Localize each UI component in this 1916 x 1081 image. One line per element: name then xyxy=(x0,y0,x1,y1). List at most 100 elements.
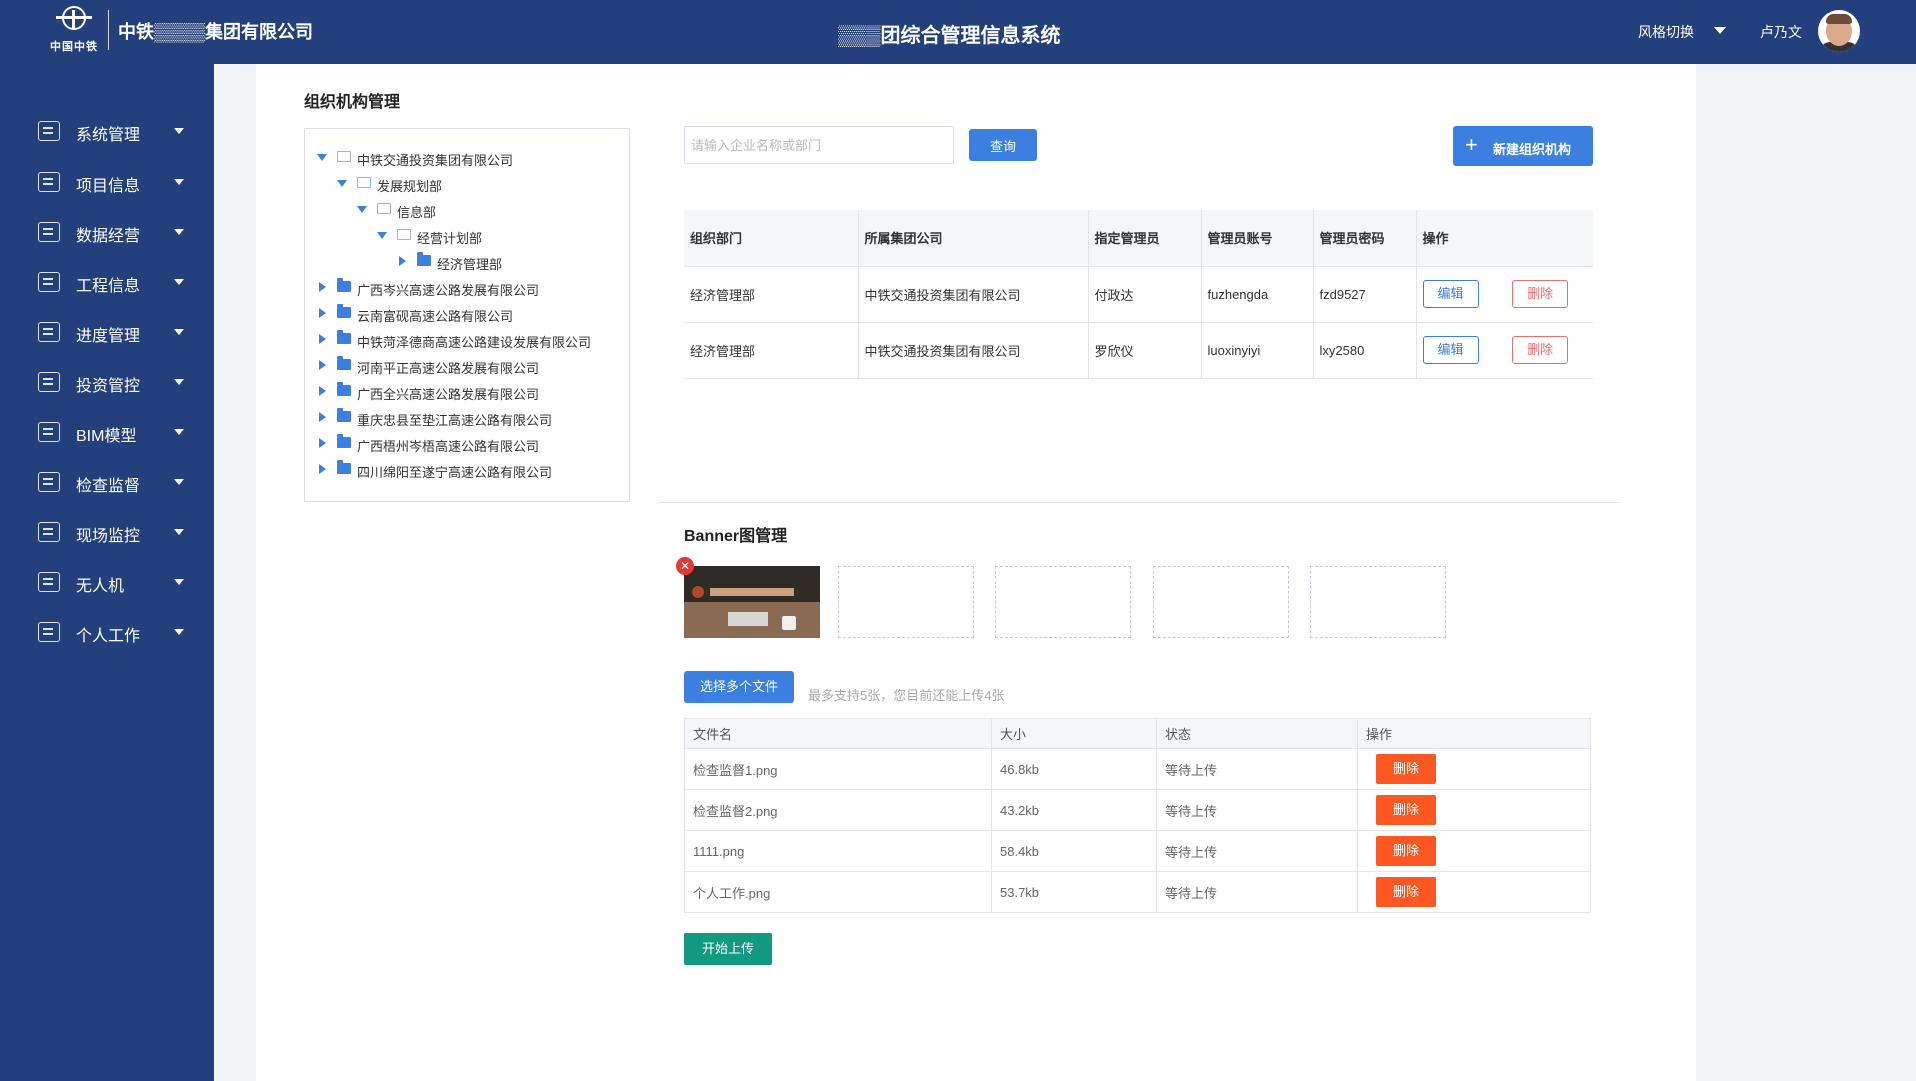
folder-icon xyxy=(337,330,351,344)
folder-open-icon xyxy=(397,229,411,240)
caret-down-icon[interactable] xyxy=(337,180,347,187)
delete-button[interactable]: 删除 xyxy=(1376,795,1436,825)
caret-right-icon[interactable] xyxy=(319,438,326,448)
delete-button[interactable]: 删除 xyxy=(1376,836,1436,866)
sidebar-item-label: 项目信息 xyxy=(76,178,141,195)
org-tree: 中铁交通投资集团有限公司 发展规划部 信息部 经营计划部 经济管理部 广西岑兴高… xyxy=(304,128,630,502)
chevron-down-icon xyxy=(174,279,184,285)
chevron-down-icon xyxy=(174,229,184,235)
cell-dept: 经济管理部 xyxy=(684,265,859,322)
upload-file-table: 文件名 大小 状态 操作 检查监督1.png 46.8kb 等待上传 删除 检查… xyxy=(684,718,1591,913)
folder-icon xyxy=(337,382,351,396)
sidebar-item-monitoring[interactable]: 现场监控 xyxy=(0,512,214,552)
caret-down-icon[interactable] xyxy=(317,154,327,161)
sidebar-item-project[interactable]: 项目信息 xyxy=(0,162,214,202)
start-upload-button[interactable]: 开始上传 xyxy=(684,933,772,965)
cell-actions: 删除 xyxy=(1357,789,1591,831)
sidebar-item-label: 工程信息 xyxy=(76,278,141,295)
cell-account: fuzhengda xyxy=(1201,265,1314,322)
style-switch-label[interactable]: 风格切换 xyxy=(1638,22,1694,42)
sidebar-item-progress[interactable]: 进度管理 xyxy=(0,312,214,352)
query-button[interactable]: 查询 xyxy=(969,129,1037,161)
cell-admin: 罗欣仪 xyxy=(1088,321,1202,379)
chevron-down-icon xyxy=(174,629,184,635)
caret-right-icon[interactable] xyxy=(319,464,326,474)
sidebar-item-bim[interactable]: BIM模型 xyxy=(0,412,214,452)
caret-right-icon[interactable] xyxy=(319,282,326,292)
sidebar-item-data[interactable]: 数据经营 xyxy=(0,212,214,252)
user-name[interactable]: 卢乃文 xyxy=(1760,22,1802,42)
new-org-button[interactable]: + 新建组织机构 xyxy=(1453,126,1593,166)
search-input[interactable] xyxy=(684,126,954,164)
banner-slot-empty[interactable] xyxy=(995,566,1131,638)
cell-actions: 编辑 删除 xyxy=(1416,321,1593,379)
edit-button[interactable]: 编辑 xyxy=(1422,336,1479,364)
table-row: 经济管理部 中铁交通投资集团有限公司 付政达 fuzhengda fzd9527… xyxy=(684,265,1593,322)
caret-right-icon[interactable] xyxy=(319,334,326,344)
column-header: 状态 xyxy=(1156,718,1358,749)
sidebar-item-drone[interactable]: 无人机 xyxy=(0,562,214,602)
sidebar-item-engineering[interactable]: 工程信息 xyxy=(0,262,214,302)
cell-status: 等待上传 xyxy=(1156,789,1358,831)
caret-right-icon[interactable] xyxy=(319,308,326,318)
chevron-down-icon xyxy=(174,379,184,385)
caret-right-icon[interactable] xyxy=(319,360,326,370)
avatar[interactable] xyxy=(1818,10,1860,52)
plus-icon: + xyxy=(1465,132,1478,157)
coins-icon xyxy=(38,222,60,242)
id-card-icon xyxy=(38,622,60,642)
table-row: 1111.png 58.4kb 等待上传 删除 xyxy=(684,830,1591,872)
banner-slot-empty[interactable] xyxy=(1310,566,1446,638)
table-row: 经济管理部 中铁交通投资集团有限公司 罗欣仪 luoxinyiyi lxy258… xyxy=(684,321,1593,379)
table-row: 个人工作.png 53.7kb 等待上传 删除 xyxy=(684,871,1591,913)
sidebar-item-inspection[interactable]: 检查监督 xyxy=(0,462,214,502)
folder-icon xyxy=(337,408,351,422)
chevron-down-icon xyxy=(174,128,184,134)
file-icon xyxy=(38,272,60,292)
section-divider xyxy=(658,502,1620,503)
table-row: 检查监督2.png 43.2kb 等待上传 删除 xyxy=(684,789,1591,831)
cell-status: 等待上传 xyxy=(1156,830,1358,872)
chevron-down-icon[interactable] xyxy=(1714,27,1726,34)
cell-size: 43.2kb xyxy=(991,789,1157,831)
cell-company: 中铁交通投资集团有限公司 xyxy=(858,265,1089,322)
folder-icon xyxy=(337,434,351,448)
chevron-down-icon xyxy=(174,429,184,435)
chevron-down-icon xyxy=(174,479,184,485)
caret-down-icon[interactable] xyxy=(357,206,367,213)
caret-down-icon[interactable] xyxy=(377,232,387,239)
delete-button[interactable]: 删除 xyxy=(1376,754,1436,784)
cell-company: 中铁交通投资集团有限公司 xyxy=(858,321,1089,379)
banner-slot-empty[interactable] xyxy=(1153,566,1289,638)
remove-icon[interactable]: ✕ xyxy=(676,557,694,575)
column-header: 指定管理员 xyxy=(1088,210,1202,266)
folder-icon xyxy=(417,252,431,266)
delete-button[interactable]: 删除 xyxy=(1512,280,1569,308)
eye-icon xyxy=(38,422,60,442)
cell-actions: 删除 xyxy=(1357,830,1591,872)
sidebar-item-personal[interactable]: 个人工作 xyxy=(0,612,214,652)
choose-files-button[interactable]: 选择多个文件 xyxy=(684,671,794,703)
banner-thumbnail[interactable] xyxy=(684,566,820,638)
delete-button[interactable]: 删除 xyxy=(1376,877,1436,907)
caret-right-icon[interactable] xyxy=(319,412,326,422)
cell-size: 58.4kb xyxy=(991,830,1157,872)
sidebar-item-label: 个人工作 xyxy=(76,628,141,645)
caret-right-icon[interactable] xyxy=(319,386,326,396)
sidebar-item-label: BIM模型 xyxy=(76,428,137,445)
sidebar-item-system[interactable]: 系统管理 xyxy=(0,111,214,151)
cell-actions: 编辑 删除 xyxy=(1416,265,1593,322)
cell-admin: 付政达 xyxy=(1088,265,1202,322)
folder-open-icon xyxy=(357,177,371,188)
sidebar-item-label: 现场监控 xyxy=(76,528,141,545)
column-header: 管理员密码 xyxy=(1313,210,1417,266)
sidebar-item-label: 无人机 xyxy=(76,578,125,595)
sidebar-item-label: 进度管理 xyxy=(76,328,141,345)
sidebar-item-label: 数据经营 xyxy=(76,228,141,245)
sidebar-item-investment[interactable]: 投资管控 xyxy=(0,362,214,402)
banner-slot-empty[interactable] xyxy=(838,566,974,638)
cell-filename: 检查监督2.png xyxy=(684,789,992,831)
caret-right-icon[interactable] xyxy=(399,256,406,266)
edit-button[interactable]: 编辑 xyxy=(1422,280,1479,308)
delete-button[interactable]: 删除 xyxy=(1512,336,1569,364)
